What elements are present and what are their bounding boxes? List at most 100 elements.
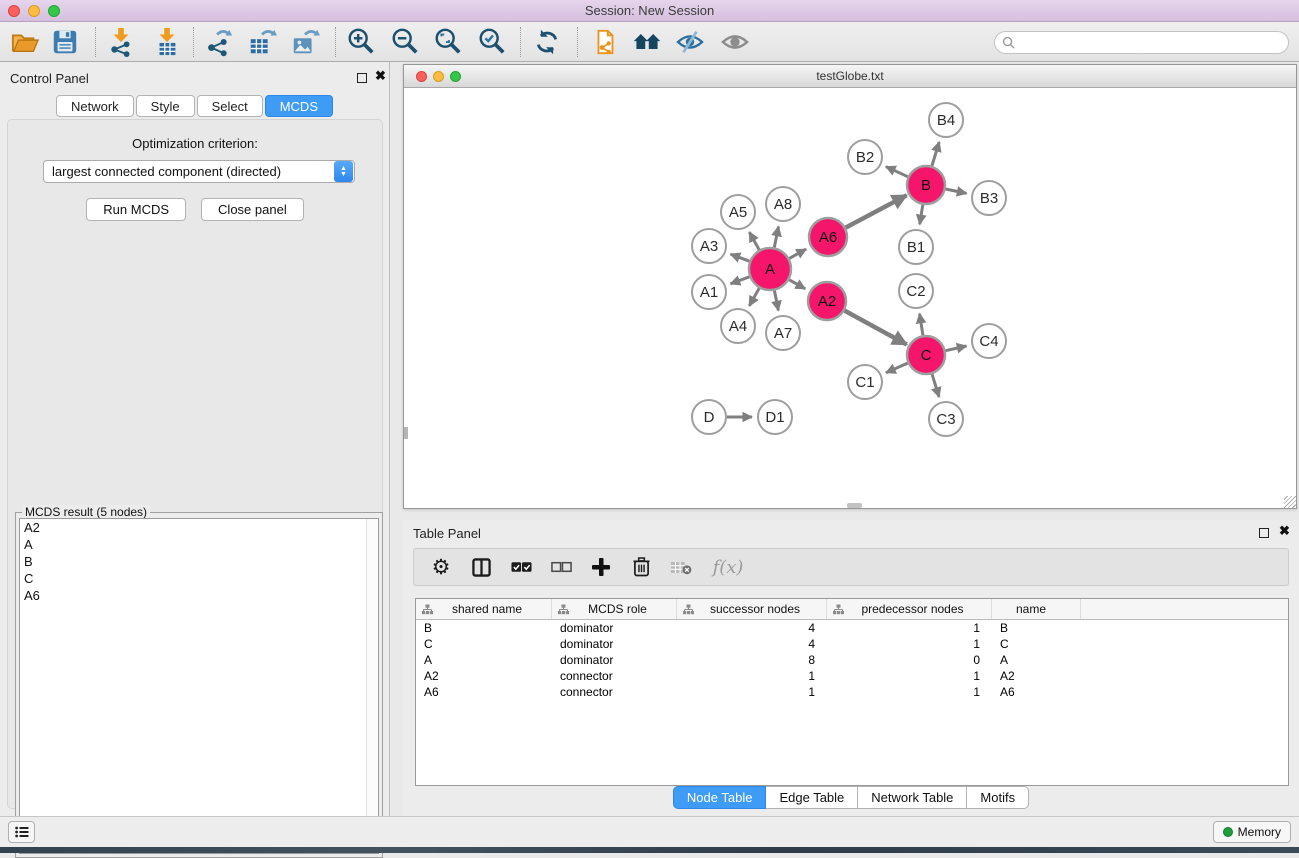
show-columns-icon[interactable] — [468, 554, 494, 580]
network-canvas[interactable]: AA1A2A3A4A5A6A7A8BB1B2B3B4CC1C2C3C4DD1 — [404, 88, 1296, 508]
column-header-predecessor-nodes[interactable]: predecessor nodes — [827, 599, 992, 619]
graph-edge-C-C1[interactable] — [886, 363, 908, 373]
tab-network-table[interactable]: Network Table — [858, 786, 967, 809]
tab-network[interactable]: Network — [56, 95, 134, 117]
table-float-icon[interactable] — [1259, 528, 1269, 538]
graph-node-B2[interactable]: B2 — [848, 140, 882, 174]
graph-node-A1[interactable]: A1 — [692, 275, 726, 309]
float-panel-icon[interactable] — [357, 73, 367, 83]
network-from-file-icon[interactable] — [588, 26, 622, 58]
vertical-scroll-thumb[interactable] — [404, 427, 408, 439]
table-cell[interactable]: A6 — [992, 685, 1081, 699]
tab-style[interactable]: Style — [136, 95, 195, 117]
graph-edge-A-A5[interactable] — [749, 232, 759, 250]
graph-node-A[interactable]: A — [749, 248, 791, 290]
graph-node-C3[interactable]: C3 — [929, 402, 963, 436]
table-row[interactable]: Cdominator41C — [416, 636, 1288, 652]
table-cell[interactable]: 1 — [677, 685, 827, 699]
run-mcds-button[interactable]: Run MCDS — [86, 198, 186, 221]
table-cell[interactable]: C — [416, 637, 552, 651]
graph-node-A5[interactable]: A5 — [721, 195, 755, 229]
table-cell[interactable]: 1 — [827, 669, 992, 683]
refresh-icon[interactable] — [530, 26, 564, 58]
resize-handle[interactable] — [1284, 496, 1296, 508]
graph-node-C2[interactable]: C2 — [899, 274, 933, 308]
graph-node-A4[interactable]: A4 — [721, 309, 755, 343]
graph-node-A6[interactable]: A6 — [809, 218, 847, 256]
table-cell[interactable]: 0 — [827, 653, 992, 667]
settings-icon[interactable]: ⚙ — [428, 554, 454, 580]
zoom-in-icon[interactable] — [344, 26, 378, 58]
search-box[interactable] — [994, 31, 1289, 54]
graph-edge-C-C2[interactable] — [920, 314, 923, 336]
export-table-icon[interactable] — [245, 26, 279, 58]
column-header-shared-name[interactable]: shared name — [416, 599, 552, 619]
graph-edge-B-B1[interactable] — [920, 205, 923, 225]
table-cell[interactable]: dominator — [552, 653, 677, 667]
graph-node-A7[interactable]: A7 — [766, 316, 800, 350]
hide-panels-icon[interactable] — [673, 26, 707, 58]
table-cell[interactable]: 1 — [827, 621, 992, 635]
result-item[interactable]: A6 — [20, 587, 378, 604]
table-cell[interactable]: dominator — [552, 621, 677, 635]
table-cell[interactable]: dominator — [552, 637, 677, 651]
table-cell[interactable]: 8 — [677, 653, 827, 667]
graph-edge-A-A2[interactable] — [789, 280, 805, 289]
network-window-titlebar[interactable]: testGlobe.txt — [404, 65, 1296, 88]
table-cell[interactable]: A6 — [416, 685, 552, 699]
table-cell[interactable]: 1 — [827, 685, 992, 699]
graph-edge-B-B4[interactable] — [932, 142, 939, 166]
column-header-MCDS-role[interactable]: MCDS role — [552, 599, 677, 619]
graph-node-C[interactable]: C — [907, 336, 945, 374]
home-icon[interactable] — [630, 26, 664, 58]
zoom-selected-icon[interactable] — [475, 26, 509, 58]
graph-node-B1[interactable]: B1 — [899, 230, 933, 264]
deselect-all-icon[interactable] — [548, 554, 574, 580]
graph-edge-A-A1[interactable] — [731, 277, 750, 284]
column-header-successor-nodes[interactable]: successor nodes — [677, 599, 827, 619]
graph-edge-A-A7[interactable] — [774, 291, 778, 311]
graph-edge-A2-C[interactable] — [845, 311, 907, 345]
graph-node-B4[interactable]: B4 — [929, 103, 963, 137]
graph-node-A3[interactable]: A3 — [692, 229, 726, 263]
graph-node-D[interactable]: D — [692, 400, 726, 434]
graph-node-A8[interactable]: A8 — [766, 187, 800, 221]
table-cell[interactable]: 4 — [677, 621, 827, 635]
mcds-result-list[interactable]: A2ABCA6 — [19, 518, 379, 854]
table-cell[interactable]: 1 — [677, 669, 827, 683]
table-row[interactable]: Adominator80A — [416, 652, 1288, 668]
result-item[interactable]: C — [20, 570, 378, 587]
table-close-icon[interactable]: ✖ — [1279, 523, 1290, 539]
table-cell[interactable]: B — [992, 621, 1081, 635]
criterion-select[interactable]: largest connected component (directed) ▲… — [43, 160, 355, 183]
task-history-button[interactable] — [8, 821, 35, 843]
horizontal-scroll-thumb[interactable] — [847, 503, 862, 508]
graph-edge-A-A6[interactable] — [789, 249, 806, 258]
graph-node-C4[interactable]: C4 — [972, 324, 1006, 358]
graph-edge-A-A3[interactable] — [731, 254, 750, 261]
add-row-icon[interactable] — [588, 554, 614, 580]
graph-edge-B-B3[interactable] — [946, 189, 967, 193]
graph-edge-A-A8[interactable] — [774, 227, 778, 248]
tab-motifs[interactable]: Motifs — [967, 786, 1029, 809]
select-all-icon[interactable] — [508, 554, 534, 580]
graph-node-B3[interactable]: B3 — [972, 181, 1006, 215]
search-input[interactable] — [1019, 36, 1288, 50]
table-cell[interactable]: B — [416, 621, 552, 635]
table-cell[interactable]: A — [416, 653, 552, 667]
graph-edge-A-A4[interactable] — [749, 288, 759, 306]
tab-node-table[interactable]: Node Table — [673, 786, 767, 809]
table-row[interactable]: Bdominator41B — [416, 620, 1288, 636]
graph-node-D1[interactable]: D1 — [758, 400, 792, 434]
graph-edge-C-C4[interactable] — [946, 346, 967, 351]
result-scrollbar[interactable] — [366, 519, 378, 853]
export-network-icon[interactable] — [202, 26, 236, 58]
table-cell[interactable]: A — [992, 653, 1081, 667]
graph-node-A2[interactable]: A2 — [808, 282, 846, 320]
delete-row-icon[interactable] — [628, 554, 654, 580]
graph-edge-A6-B[interactable] — [846, 195, 907, 227]
table-cell[interactable]: A2 — [416, 669, 552, 683]
import-network-icon[interactable] — [104, 26, 138, 58]
zoom-fit-icon[interactable] — [431, 26, 465, 58]
table-cell[interactable]: C — [992, 637, 1081, 651]
